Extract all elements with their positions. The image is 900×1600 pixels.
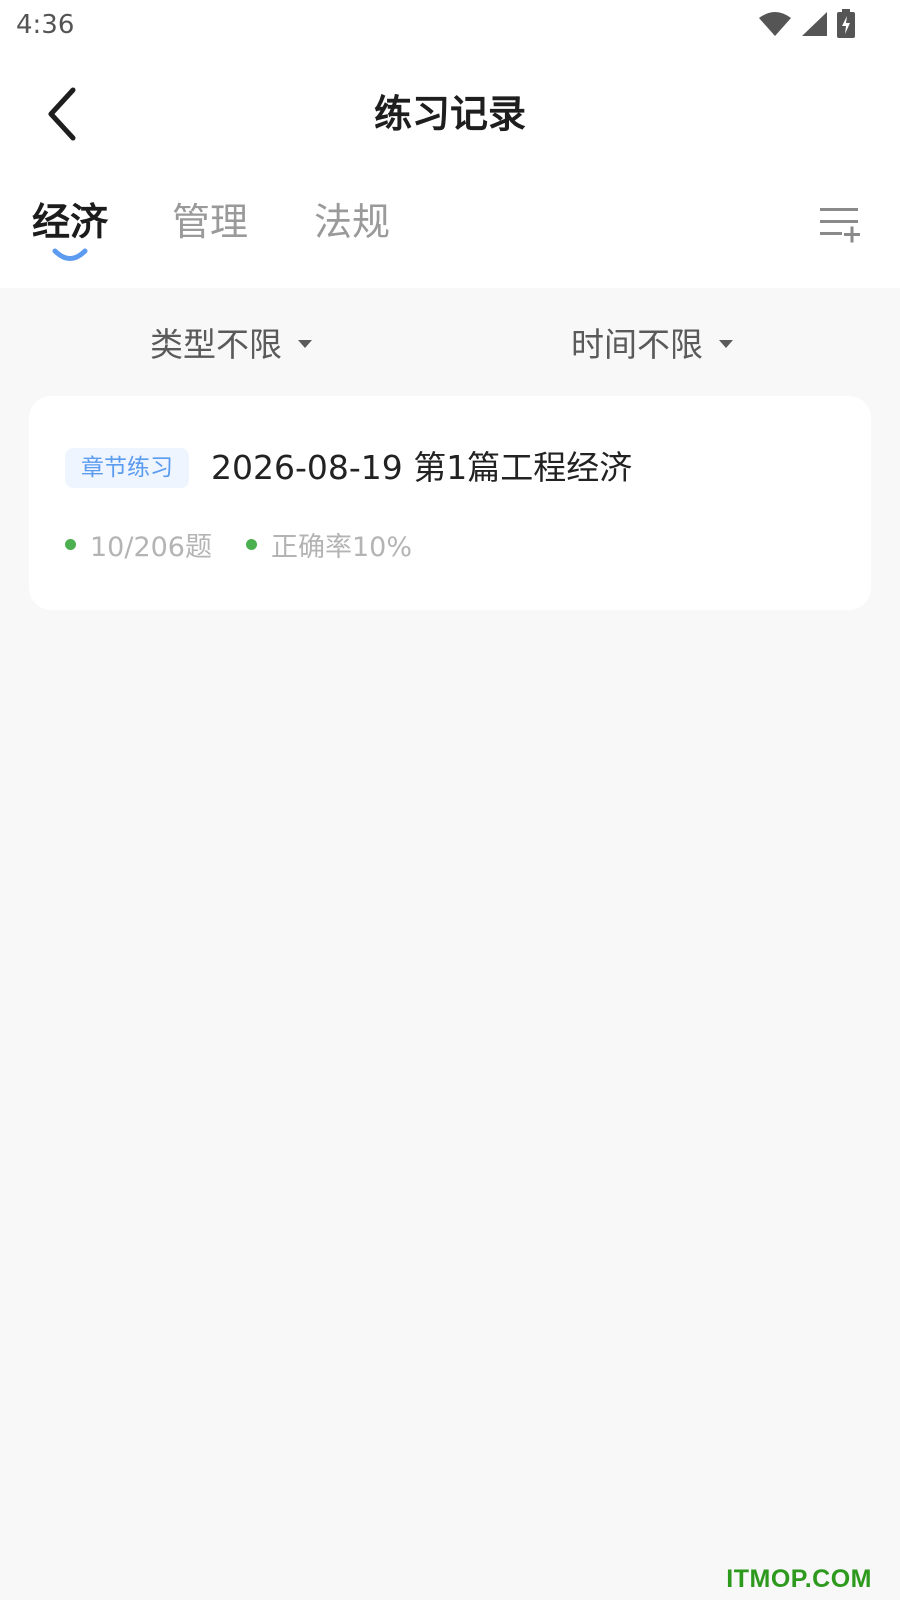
progress-stat: 10/206题 bbox=[65, 525, 212, 564]
status-time: 4:36 bbox=[16, 10, 75, 40]
page-title: 练习记录 bbox=[373, 92, 526, 136]
progress-text: 10/206题 bbox=[90, 531, 212, 563]
top-panel: 4:36 练习记录 经济 管理 法规 bbox=[0, 0, 900, 288]
tab-menu-button[interactable] bbox=[816, 200, 864, 248]
tab-regulations[interactable]: 法规 bbox=[314, 192, 390, 268]
filter-bar: 类型不限 时间不限 bbox=[0, 310, 900, 374]
green-dot-icon bbox=[65, 538, 76, 550]
caret-down-icon bbox=[298, 340, 312, 348]
time-filter-dropdown[interactable]: 时间不限 bbox=[571, 310, 733, 374]
navigation-bar: 练习记录 bbox=[0, 66, 900, 162]
record-title: 2026-08-19 第1篇工程经济 bbox=[211, 448, 633, 487]
time-filter-label: 时间不限 bbox=[571, 325, 703, 364]
wifi-icon bbox=[759, 12, 791, 36]
list-add-icon bbox=[820, 208, 860, 243]
type-filter-label: 类型不限 bbox=[150, 325, 282, 364]
status-icons bbox=[750, 8, 856, 40]
green-dot-icon bbox=[246, 538, 257, 550]
tab-management[interactable]: 管理 bbox=[172, 192, 248, 268]
status-bar: 4:36 bbox=[0, 0, 900, 52]
battery-charging-icon bbox=[837, 9, 855, 38]
tab-label: 法规 bbox=[314, 200, 391, 244]
tab-label: 管理 bbox=[172, 200, 249, 244]
practice-record-card[interactable]: 章节练习 2026-08-19 第1篇工程经济 10/206题 正确率10% bbox=[29, 396, 871, 610]
record-stats: 10/206题 正确率10% bbox=[65, 524, 446, 564]
watermark: ITMOP.COM bbox=[726, 1565, 872, 1593]
subject-tabs: 经济 管理 法规 bbox=[0, 192, 900, 284]
accuracy-stat: 正确率10% bbox=[246, 525, 412, 564]
tab-economy[interactable]: 经济 bbox=[32, 192, 108, 268]
accuracy-text: 正确率10% bbox=[271, 531, 413, 563]
active-tab-indicator bbox=[52, 248, 88, 261]
type-filter-dropdown[interactable]: 类型不限 bbox=[150, 310, 312, 374]
signal-icon bbox=[802, 12, 827, 36]
record-type-tag: 章节练习 bbox=[65, 448, 189, 488]
caret-down-icon bbox=[719, 340, 733, 348]
tab-label: 经济 bbox=[32, 200, 109, 244]
